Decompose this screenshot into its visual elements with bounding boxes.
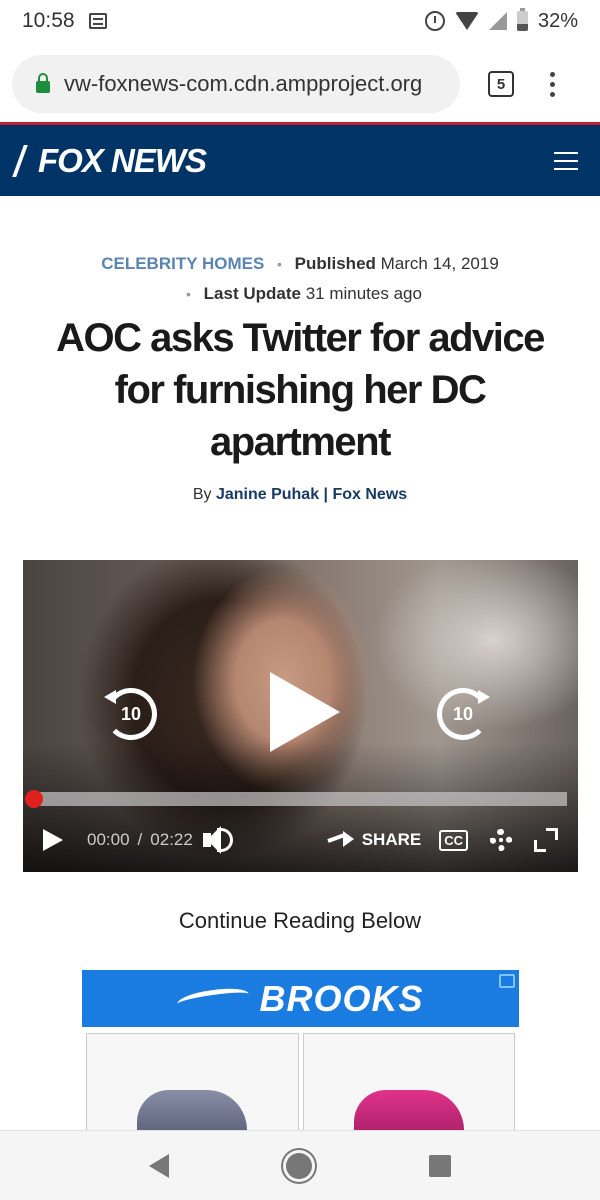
settings-gear-icon[interactable] — [490, 829, 512, 851]
continue-reading-label: Continue Reading Below — [178, 908, 422, 933]
play-icon[interactable] — [43, 829, 63, 851]
ad-product[interactable] — [86, 1033, 299, 1132]
battery-percent: 32% — [537, 9, 578, 32]
status-icons: 32% — [424, 8, 578, 33]
wifi-icon — [454, 12, 479, 30]
shoe-image — [353, 1090, 464, 1132]
home-icon[interactable] — [285, 1152, 312, 1179]
url-text[interactable]: vw-foxnews-com.cdn.ampproject.org — [64, 71, 422, 97]
browser-menu-button[interactable] — [550, 71, 555, 97]
brooks-logo-icon — [176, 984, 251, 1013]
big-play-button[interactable] — [270, 672, 340, 752]
fox-news-logo[interactable]: FOX NEWS — [12, 141, 207, 180]
alarm-icon — [424, 11, 445, 31]
advertisement[interactable]: BROOKS — [82, 970, 519, 1132]
published-label: Published — [294, 254, 376, 273]
updated-value: 31 minutes ago — [305, 284, 422, 303]
back-icon[interactable] — [148, 1153, 169, 1178]
article-meta: CELEBRITY HOMES • Published March 14, 20… — [0, 254, 600, 274]
tab-switcher-button[interactable]: 5 — [488, 71, 514, 97]
closed-captions-button[interactable]: CC — [439, 829, 468, 851]
status-bar: 10:58 32% — [0, 0, 600, 42]
video-controls: 00:00 / 02:22 SHARE CC — [23, 822, 578, 858]
notification-icon — [88, 13, 107, 29]
byline: By Janine Puhak | Fox News — [0, 486, 600, 504]
ad-product[interactable] — [302, 1033, 515, 1132]
by-label: By — [192, 486, 212, 503]
share-arrow-icon — [328, 831, 354, 849]
article-update: • Last Update 31 minutes ago — [0, 284, 600, 304]
adchoices-icon[interactable] — [499, 974, 515, 988]
article-headline: AOC asks Twitter for advice for furnishi… — [56, 316, 545, 464]
forward-10-button[interactable]: 10 — [437, 688, 490, 740]
menu-dot-icon — [550, 71, 555, 77]
volume-icon[interactable] — [202, 826, 235, 854]
share-label: SHARE — [361, 830, 422, 849]
battery-icon — [516, 8, 528, 31]
system-nav-bar — [0, 1130, 600, 1200]
logo-text: FOX NEWS — [38, 141, 207, 179]
browser-toolbar: vw-foxnews-com.cdn.ampproject.org 5 — [0, 48, 600, 120]
site-header: FOX NEWS — [0, 122, 600, 196]
menu-dot-icon — [550, 91, 555, 97]
shoe-image — [137, 1090, 248, 1132]
video-player[interactable]: 10 10 00:00 / 02:22 SHARE CC — [23, 560, 578, 872]
signal-icon — [488, 12, 507, 30]
time-separator: / — [137, 830, 143, 849]
updated-label: Last Update — [203, 284, 301, 303]
progress-knob[interactable] — [25, 790, 43, 808]
ad-product-grid — [82, 1027, 519, 1132]
ad-banner[interactable]: BROOKS — [82, 970, 519, 1027]
recent-apps-icon[interactable] — [429, 1154, 452, 1177]
separator-dot: • — [277, 256, 282, 272]
address-bar[interactable]: vw-foxnews-com.cdn.ampproject.org — [12, 55, 460, 113]
fullscreen-icon[interactable] — [534, 828, 558, 852]
current-time: 00:00 — [87, 830, 130, 849]
separator-dot: • — [186, 286, 191, 302]
ad-brand: BROOKS — [259, 977, 424, 1019]
share-button[interactable]: SHARE — [328, 830, 422, 850]
rewind-10-button[interactable]: 10 — [104, 688, 157, 740]
fox-logo-mark-icon — [12, 144, 38, 177]
video-progress-bar[interactable] — [25, 790, 567, 808]
author-link[interactable]: Janine Puhak | Fox News — [216, 486, 407, 503]
hamburger-menu-icon[interactable] — [554, 151, 578, 170]
duration: 02:22 — [150, 830, 193, 849]
status-time: 10:58 — [22, 9, 75, 32]
published-date: March 14, 2019 — [380, 254, 499, 273]
lock-icon — [36, 73, 50, 93]
category-link[interactable]: CELEBRITY HOMES — [101, 254, 264, 273]
menu-dot-icon — [550, 81, 555, 87]
